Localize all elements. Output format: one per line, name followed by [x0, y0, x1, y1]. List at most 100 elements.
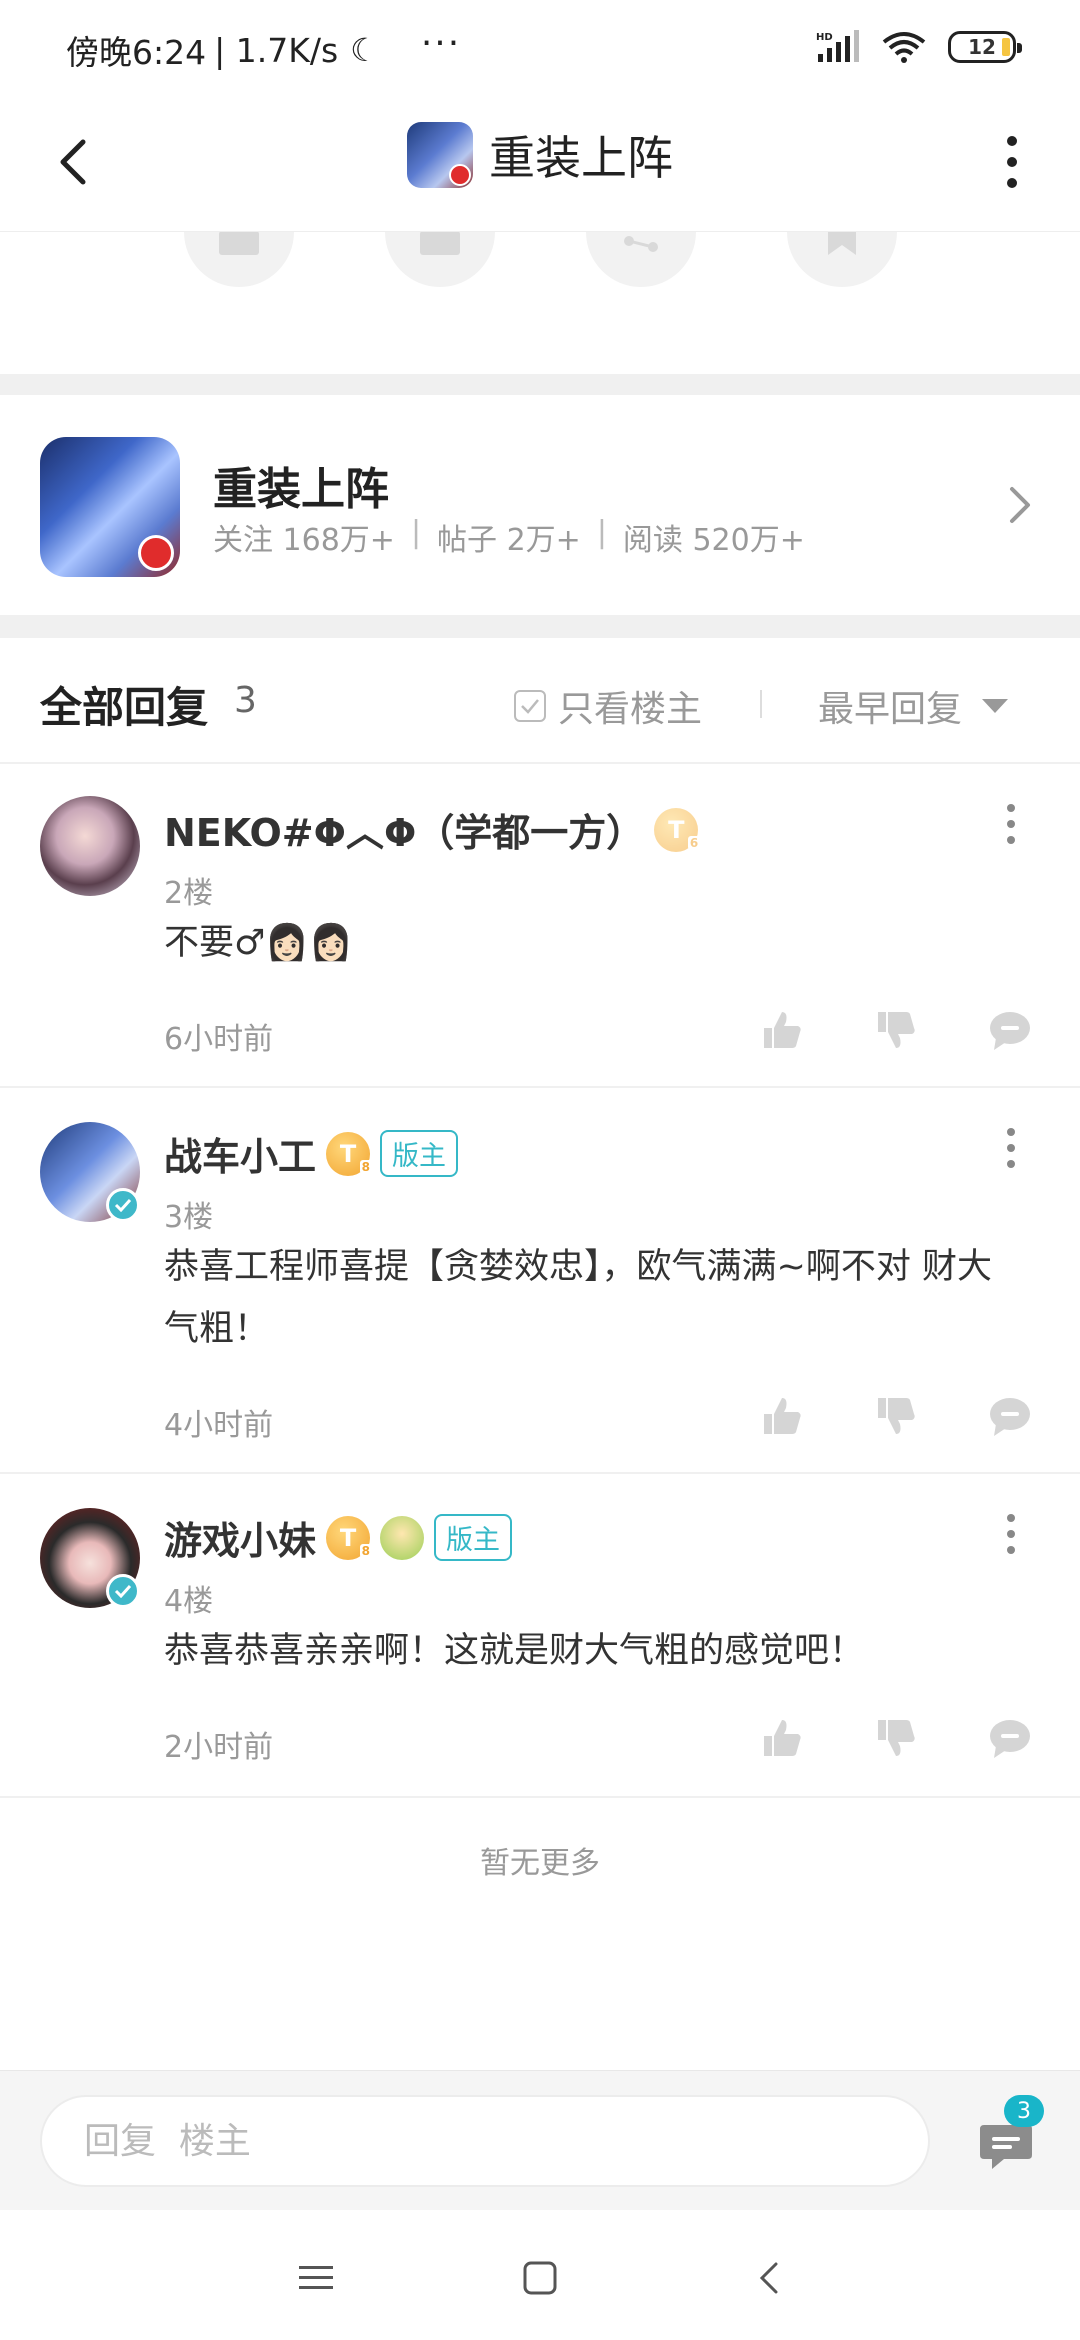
- game-name: 重装上阵: [213, 464, 389, 515]
- comment-more-button[interactable]: [1006, 804, 1016, 844]
- comment-content: 不要♂👩🏻👩🏻: [164, 923, 353, 963]
- battery-icon: 12: [948, 31, 1022, 63]
- status-time: 傍晚6:24: [66, 33, 207, 72]
- more-options-button[interactable]: [1000, 130, 1024, 194]
- moderator-tag: 版主: [380, 1130, 459, 1177]
- only-op-label: 只看楼主: [558, 689, 703, 730]
- checkbox-icon: [514, 690, 546, 722]
- only-op-toggle[interactable]: 只看楼主: [514, 680, 702, 732]
- replies-header: 全部回复 3 只看楼主 最早回复: [0, 638, 1080, 764]
- battery-level: 12: [968, 35, 996, 59]
- comment-actions: [760, 1716, 1032, 1760]
- username[interactable]: NEKO#Φ︿Φ（学都一方）: [164, 802, 644, 857]
- level-badge-icon: T8: [326, 1131, 373, 1176]
- comment-time: 2小时前: [164, 1730, 274, 1765]
- comment-item: NEKO#Φ︿Φ（学都一方） T6 2楼 不要♂👩🏻👩🏻 6小时前: [0, 764, 1080, 1088]
- no-more-label: 暂无更多: [480, 1846, 600, 1881]
- thumbs-up-icon[interactable]: [760, 1008, 804, 1052]
- like-post-button[interactable]: [184, 232, 294, 287]
- floor-number: 2楼: [164, 876, 214, 911]
- comment-actions: [760, 1394, 1032, 1438]
- verified-icon: [106, 1188, 140, 1222]
- comment-bubble-icon[interactable]: [988, 1008, 1032, 1052]
- replies-count: 3: [234, 680, 257, 721]
- thumbs-up-icon[interactable]: [760, 1394, 804, 1438]
- section-divider: [0, 615, 1080, 638]
- comment-more-button[interactable]: [1006, 1128, 1016, 1168]
- comment-time: 4小时前: [164, 1408, 274, 1443]
- comment-author-row: 战车小工 T8 版主: [164, 1126, 459, 1181]
- post-count: 帖子 2万+: [437, 523, 581, 558]
- username[interactable]: 游戏小妹: [164, 1510, 316, 1565]
- post-actions-row: [0, 232, 1080, 374]
- comment-bubble-icon[interactable]: [988, 1716, 1032, 1760]
- menu-icon: [299, 2266, 333, 2289]
- header-divider: [760, 690, 762, 718]
- reply-input-bar: 3: [0, 2070, 1080, 2210]
- game-stats: 关注 168万+ | 帖子 2万+ | 阅读 520万+: [213, 515, 805, 559]
- comment-author-row: NEKO#Φ︿Φ（学都一方） T6: [164, 802, 701, 857]
- moon-icon: ☾: [350, 31, 379, 69]
- reply-input[interactable]: [40, 2095, 930, 2187]
- header-title-group: 重装上阵: [0, 122, 1080, 188]
- stats-separator: |: [596, 515, 607, 550]
- moderator-tag: 版主: [434, 1514, 513, 1561]
- floor-number: 4楼: [164, 1584, 214, 1619]
- comment-content: 恭喜恭喜亲亲啊！这就是财大气粗的感觉吧！: [164, 1631, 865, 1671]
- home-nav-button[interactable]: [516, 2254, 564, 2302]
- follow-count: 关注 168万+: [213, 523, 395, 558]
- comment-item: 游戏小妹 T8 版主 4楼 恭喜恭喜亲亲啊！这就是财大气粗的感觉吧！ 2小时前: [0, 1474, 1080, 1798]
- back-nav-button[interactable]: [744, 2254, 792, 2302]
- replies-title: 全部回复: [40, 683, 209, 732]
- verified-icon: [106, 1574, 140, 1608]
- signal-label: HD: [816, 32, 833, 43]
- page-title: 重装上阵: [489, 131, 673, 185]
- home-square-icon: [523, 2261, 557, 2295]
- game-forum-card[interactable]: 重装上阵 关注 168万+ | 帖子 2万+ | 阅读 520万+: [0, 395, 1080, 615]
- thumbs-down-icon[interactable]: [874, 1394, 918, 1438]
- back-triangle-icon: [759, 2262, 778, 2294]
- comment-actions: [760, 1008, 1032, 1052]
- comment-time: 6小时前: [164, 1022, 274, 1057]
- share-icon: [624, 236, 658, 252]
- stats-separator: |: [410, 515, 422, 550]
- share-post-button[interactable]: [586, 232, 696, 287]
- game-icon-small: [407, 122, 473, 188]
- signal-icon: HD: [816, 30, 859, 62]
- system-nav-bar: [0, 2210, 1080, 2340]
- status-left: 傍晚6:24 | 1.7K/s ☾ ···: [66, 26, 461, 74]
- bookmark-post-button[interactable]: [787, 232, 897, 287]
- wifi-icon: [882, 32, 926, 63]
- top-app-bar: 重装上阵: [0, 100, 1080, 232]
- thumbs-down-icon[interactable]: [874, 1716, 918, 1760]
- avatar[interactable]: [40, 796, 140, 896]
- game-icon: [40, 437, 180, 577]
- thumbs-down-icon: [420, 232, 460, 255]
- comment-item: 战车小工 T8 版主 3楼 恭喜工程师喜提【贪婪效忠】，欧气满满~啊不对 财大气…: [0, 1088, 1080, 1474]
- read-count: 阅读 520万+: [622, 523, 805, 558]
- status-right: HD 12: [816, 30, 1022, 64]
- dislike-post-button[interactable]: [385, 232, 495, 287]
- dropdown-arrow-icon: [982, 699, 1009, 713]
- floor-number: 3楼: [164, 1200, 214, 1235]
- section-divider: [0, 374, 1080, 395]
- comment-content: 恭喜工程师喜提【贪婪效忠】，欧气满满~啊不对 财大气粗！: [164, 1247, 992, 1349]
- username[interactable]: 战车小工: [164, 1126, 316, 1181]
- chevron-right-icon: [1010, 487, 1030, 523]
- comment-author-row: 游戏小妹 T8 版主: [164, 1510, 513, 1565]
- status-bar: 傍晚6:24 | 1.7K/s ☾ ··· HD 12: [0, 0, 1080, 100]
- network-speed: | 1.7K/s: [214, 30, 339, 70]
- level-badge-icon: T6: [654, 807, 701, 852]
- character-badge-icon: [380, 1515, 425, 1560]
- comment-more-button[interactable]: [1006, 1514, 1016, 1554]
- sort-label: 最早回复: [818, 689, 963, 730]
- menu-nav-button[interactable]: [292, 2254, 340, 2302]
- bookmark-icon: [828, 232, 856, 255]
- thumbs-up-icon: [219, 232, 259, 255]
- thumbs-up-icon[interactable]: [760, 1716, 804, 1760]
- notification-dots: ···: [420, 23, 462, 64]
- comment-bubble-icon[interactable]: [988, 1394, 1032, 1438]
- sort-dropdown[interactable]: 最早回复: [818, 680, 1009, 732]
- thumbs-down-icon[interactable]: [874, 1008, 918, 1052]
- level-badge-icon: T8: [326, 1515, 373, 1560]
